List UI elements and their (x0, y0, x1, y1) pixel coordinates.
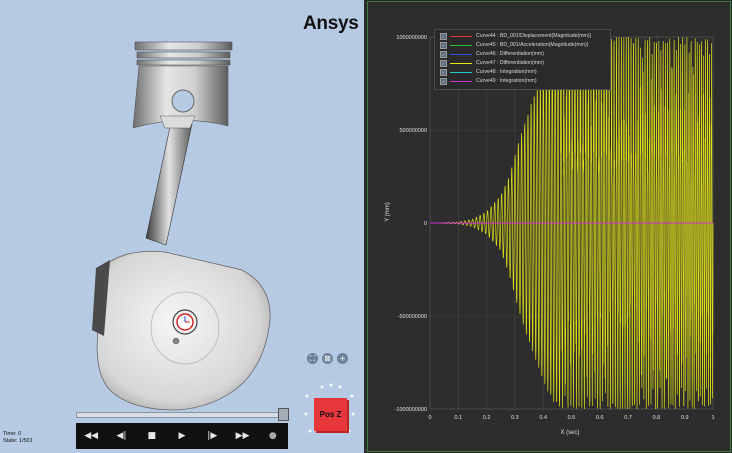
x-tick-label: 0.9 (681, 415, 689, 421)
x-tick-label: 0.4 (539, 415, 547, 421)
y-tick-label: 0 (424, 221, 427, 227)
x-tick-labels: 0 0.1 0.2 0.3 0.4 0.5 0.6 0.7 0.8 0.9 1 (428, 415, 714, 421)
y-axis-label: Y (mm) (385, 202, 391, 222)
legend-item[interactable]: ✓ Curve47 : Differentiation(mm) (440, 59, 544, 67)
x-tick-label: 0.2 (483, 415, 491, 421)
legend-label: Curve46 : Differentiation(mm) (476, 51, 544, 57)
legend-swatch (450, 53, 472, 55)
legend-item[interactable]: ✓ Curve44 : BD_001/Displacement(Magnitud… (440, 32, 591, 40)
legend-swatch (450, 44, 472, 46)
xy-chart: 0 0.1 0.2 0.3 0.4 0.5 0.6 0.7 0.8 0.9 1 1000000000… (385, 35, 715, 436)
legend-item[interactable]: ✓ Curve49 : Integration(mm) (440, 77, 537, 85)
legend-checkbox[interactable]: ✓ (440, 50, 447, 58)
chart-legend: ✓ Curve44 : BD_001/Displacement(Magnitud… (434, 29, 611, 90)
legend-checkbox[interactable]: ✓ (440, 77, 447, 85)
legend-item[interactable]: ✓ Curve46 : Differentiation(mm) (440, 50, 544, 58)
legend-swatch (450, 35, 472, 37)
legend-swatch (450, 80, 472, 82)
legend-swatch (450, 71, 472, 73)
legend-checkbox[interactable]: ✓ (440, 32, 447, 40)
y-tick-label: 1000000000 (396, 35, 427, 41)
y-tick-label: 500000000 (399, 128, 427, 134)
x-tick-label: 0.3 (511, 415, 519, 421)
x-tick-label: 0.5 (568, 415, 576, 421)
legend-swatch (450, 62, 472, 64)
x-tick-label: 0.7 (624, 415, 632, 421)
x-tick-label: 0.6 (596, 415, 604, 421)
x-tick-label: 0 (428, 415, 431, 421)
x-tick-label: 0.8 (653, 415, 661, 421)
legend-label: Curve48 : Integration(mm) (476, 69, 537, 75)
legend-checkbox[interactable]: ✓ (440, 41, 447, 49)
y-tick-label: -1000000000 (395, 407, 427, 413)
legend-label: Curve45 : BD_001/Acceleration(Magnitude(… (476, 42, 589, 48)
x-axis-label: X (sec) (560, 430, 579, 436)
y-tick-label: -500000000 (398, 314, 427, 320)
x-tick-label: 0.1 (454, 415, 462, 421)
legend-checkbox[interactable]: ✓ (440, 68, 447, 76)
legend-label: Curve47 : Differentiation(mm) (476, 60, 544, 66)
y-tick-labels: 1000000000 500000000 0 -500000000 -100000000… (395, 35, 427, 413)
legend-label: Curve44 : BD_001/Displacement(Magnitude(… (476, 33, 592, 39)
x-tick-label: 1 (711, 415, 714, 421)
legend-label: Curve49 : Integration(mm) (476, 78, 537, 84)
legend-checkbox[interactable]: ✓ (440, 59, 447, 67)
legend-item[interactable]: ✓ Curve48 : Integration(mm) (440, 68, 537, 76)
legend-item[interactable]: ✓ Curve45 : BD_001/Acceleration(Magnitud… (440, 41, 588, 49)
